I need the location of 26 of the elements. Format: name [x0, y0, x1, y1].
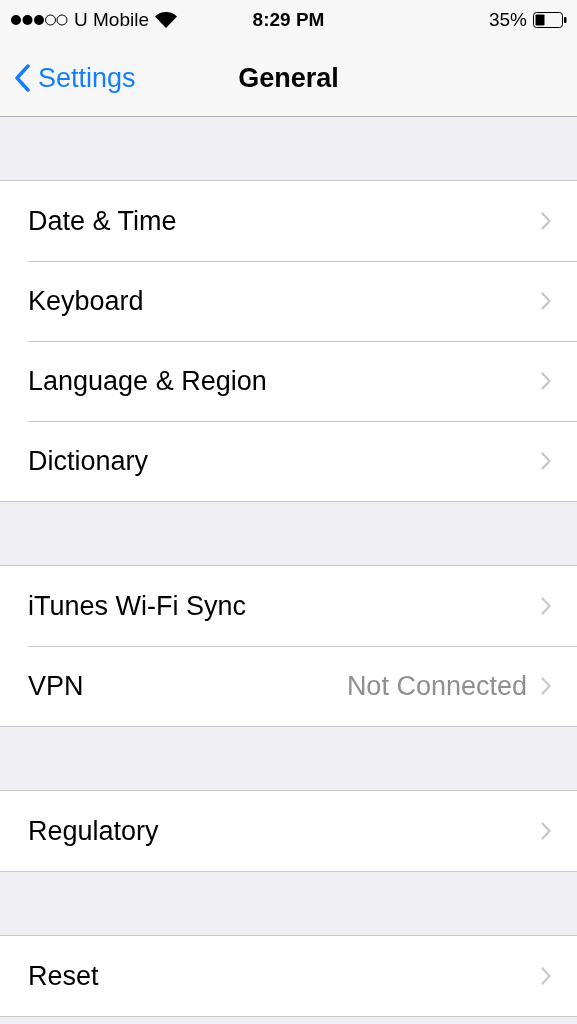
settings-row[interactable]: VPN Not Connected	[0, 646, 577, 726]
settings-row[interactable]: Dictionary	[0, 421, 577, 501]
chevron-left-icon	[14, 64, 30, 92]
settings-row[interactable]: Language & Region	[0, 341, 577, 421]
status-time: 8:29 PM	[252, 9, 325, 31]
chevron-right-icon	[541, 452, 551, 470]
back-button[interactable]: Settings	[0, 61, 142, 95]
signal-icon	[10, 14, 68, 26]
settings-row[interactable]: Keyboard	[0, 261, 577, 341]
chevron-right-icon	[541, 292, 551, 310]
chevron-right-icon	[541, 212, 551, 230]
battery-percent: 35%	[488, 9, 527, 31]
chevron-right-icon	[541, 597, 551, 615]
settings-row[interactable]: Regulatory	[0, 791, 577, 871]
chevron-right-icon	[541, 372, 551, 390]
chevron-right-icon	[541, 967, 551, 985]
chevron-right-icon	[541, 677, 551, 695]
battery-icon	[533, 12, 567, 28]
row-value: Not Connected	[346, 670, 527, 702]
settings-row[interactable]: iTunes Wi-Fi Sync	[0, 566, 577, 646]
settings-row[interactable]: Reset	[0, 936, 577, 1016]
carrier-name: U Mobile	[74, 9, 149, 31]
settings-row[interactable]: Date & Time	[0, 181, 577, 261]
chevron-right-icon	[541, 822, 551, 840]
page-title: General	[238, 62, 339, 93]
wifi-icon	[155, 12, 177, 28]
